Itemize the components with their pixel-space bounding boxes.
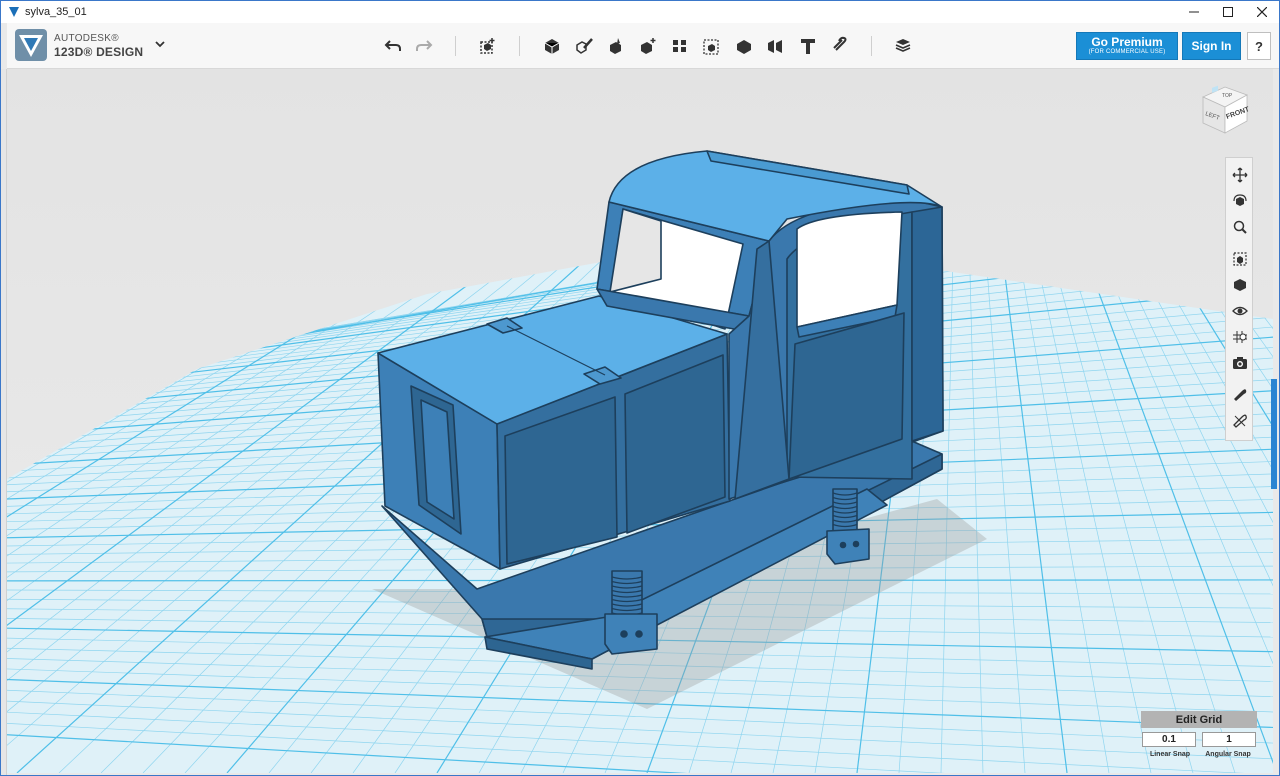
minimize-button[interactable] [1177, 1, 1211, 23]
minimize-icon [1189, 11, 1199, 13]
outline-view-button[interactable] [1229, 410, 1251, 432]
material-view-icon [1234, 389, 1247, 401]
pattern-button[interactable] [669, 35, 691, 57]
material-view-button[interactable] [1229, 384, 1251, 406]
grouping-button[interactable] [701, 35, 723, 57]
primitives-icon [480, 38, 495, 54]
modify-button[interactable] [637, 35, 659, 57]
grid-visibility-icon [1233, 331, 1247, 343]
outline-view-icon [1233, 414, 1247, 428]
zoom-button[interactable] [1229, 216, 1251, 238]
grid-visibility-button[interactable] [1229, 326, 1251, 348]
title-bar: sylva_35_01 [1, 1, 1279, 23]
pan-icon [1232, 167, 1248, 183]
snap-icon [833, 36, 847, 51]
app-logo-icon [9, 7, 19, 17]
side-panel-tab[interactable] [1271, 379, 1277, 489]
toolbar-separator [519, 36, 520, 56]
text-icon [801, 39, 815, 54]
angular-snap-label: Angular Snap [1205, 751, 1251, 758]
app-window: sylva_35_01 AUTODESK® 123D® DESIGN Go Pr… [0, 0, 1280, 776]
toolbar-separator [455, 36, 456, 56]
redo-icon [416, 40, 433, 51]
sign-in-button[interactable]: Sign In [1182, 32, 1241, 60]
visibility-icon [1232, 306, 1248, 316]
go-premium-sublabel: (FOR COMMERCIAL USE) [1088, 49, 1166, 55]
combine-button[interactable] [733, 35, 755, 57]
orbit-icon [1233, 194, 1247, 206]
text-button[interactable] [797, 35, 819, 57]
visibility-button[interactable] [1229, 300, 1251, 322]
fit-icon [1233, 252, 1247, 266]
construct-button[interactable] [605, 35, 627, 57]
grouping-icon [703, 39, 719, 55]
redo-button[interactable] [413, 35, 435, 57]
measure-icon [768, 40, 782, 53]
fit-button[interactable] [1229, 248, 1251, 270]
app-logo[interactable] [15, 29, 47, 61]
combine-icon [737, 40, 751, 54]
linear-snap-field[interactable]: 0.1 [1142, 732, 1196, 747]
linear-snap-label: Linear Snap [1149, 751, 1191, 758]
edit-grid-panel: Edit Grid 0.1 1 Linear Snap Angular Snap [1141, 711, 1259, 763]
navigation-bar [1225, 157, 1253, 441]
brand-product: 123D® DESIGN [54, 45, 144, 59]
sketch-button[interactable] [573, 35, 595, 57]
brand-company: AUTODESK® [54, 33, 119, 44]
pan-button[interactable] [1229, 164, 1251, 186]
primitives-button[interactable] [477, 35, 499, 57]
snap-button[interactable] [829, 35, 851, 57]
3d-viewport[interactable]: TOP LEFT FRONT [7, 69, 1273, 773]
sketch-icon [576, 38, 593, 54]
viewcube-top-label: TOP [1222, 93, 1233, 99]
maximize-button[interactable] [1211, 1, 1245, 23]
view-cube[interactable]: TOP LEFT FRONT [1195, 83, 1253, 141]
modify-icon [641, 38, 656, 54]
scene [7, 69, 1273, 773]
main-toolbar: AUTODESK® 123D® DESIGN Go Premium (FOR C… [7, 23, 1279, 69]
camera-icon [1233, 357, 1247, 369]
construct-icon [610, 38, 621, 54]
go-premium-button[interactable]: Go Premium (FOR COMMERCIAL USE) [1076, 32, 1178, 60]
snapshot-button[interactable] [1229, 352, 1251, 374]
undo-button[interactable] [382, 35, 404, 57]
zoom-icon [1233, 220, 1247, 234]
material-icon [895, 39, 911, 52]
angular-snap-field[interactable]: 1 [1202, 732, 1256, 747]
go-premium-label: Go Premium [1091, 35, 1163, 49]
toolbar-separator [871, 36, 872, 56]
view-mode-button[interactable] [1229, 274, 1251, 296]
orbit-button[interactable] [1229, 190, 1251, 212]
edit-grid-button[interactable]: Edit Grid [1141, 711, 1257, 728]
help-button[interactable]: ? [1247, 32, 1271, 60]
close-button[interactable] [1245, 1, 1279, 23]
close-icon [1257, 7, 1267, 17]
undo-icon [384, 40, 401, 51]
window-title: sylva_35_01 [25, 6, 87, 18]
window-controls [1177, 1, 1279, 23]
primitives-menu-button[interactable] [541, 35, 563, 57]
view-mode-icon [1234, 279, 1246, 291]
material-button[interactable] [892, 35, 914, 57]
maximize-icon [1223, 7, 1233, 17]
chevron-down-icon[interactable] [153, 37, 167, 51]
pattern-icon [673, 40, 686, 52]
measure-button[interactable] [765, 35, 787, 57]
box-icon [544, 39, 560, 54]
